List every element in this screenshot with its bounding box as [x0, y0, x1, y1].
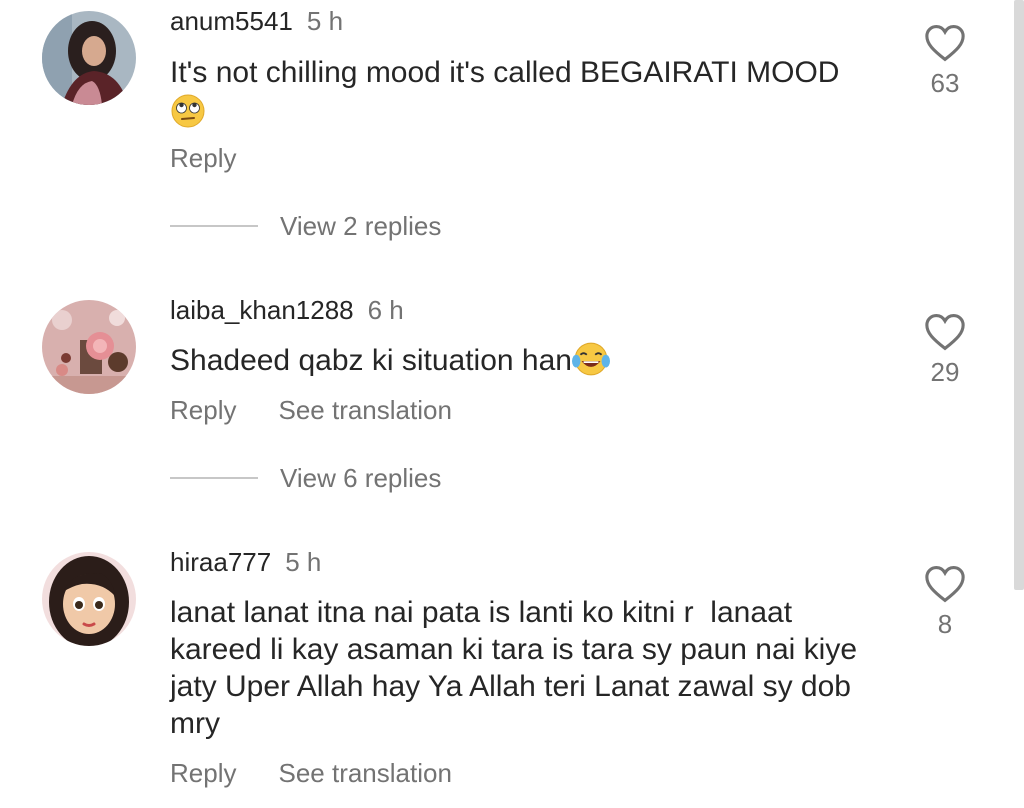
timestamp: 5 h [285, 547, 322, 577]
username[interactable]: hiraa777 [170, 547, 271, 577]
avatar[interactable] [42, 552, 136, 646]
reply-button[interactable]: Reply [170, 143, 236, 173]
view-replies-button[interactable]: View 2 replies [170, 211, 441, 241]
avatar[interactable] [42, 300, 136, 394]
see-translation-button[interactable]: See translation [278, 395, 451, 425]
view-replies-button[interactable]: View 6 replies [170, 463, 441, 493]
view-replies-label: View 6 replies [280, 462, 442, 493]
timestamp: 6 h [367, 295, 404, 325]
username[interactable]: anum5541 [170, 6, 293, 36]
see-translation-button[interactable]: See translation [278, 758, 451, 788]
like-count: 63 [930, 68, 960, 98]
avatar-image [42, 11, 136, 105]
face-with-rolling-eyes-emoji [171, 94, 205, 128]
divider-line [170, 477, 258, 479]
comment-text-line: lanat lanat itna nai pata is lanti ko ki… [170, 596, 793, 629]
heart-icon [925, 25, 965, 62]
username[interactable]: laiba_khan1288 [170, 295, 354, 325]
like-button[interactable]: 63 [920, 24, 970, 99]
comment-text: lanat lanat itna nai pata is lanti ko ki… [170, 594, 890, 742]
comment-text-line: kareed li kay asaman ki tara is tara sy … [170, 633, 857, 666]
like-count: 29 [930, 357, 960, 387]
avatar-image [42, 552, 136, 646]
reply-button[interactable]: Reply [170, 758, 236, 788]
reply-button[interactable]: Reply [170, 395, 236, 425]
comment-text-body: It's not chilling mood it's called BEGAI… [170, 56, 840, 89]
timestamp: 5 h [306, 6, 344, 36]
heart-icon [925, 314, 965, 351]
comment-text: It's not chilling mood it's called BEGAI… [170, 54, 890, 129]
comments-page: anum5541 5 h It's not chilling mood it's … [0, 0, 1024, 808]
comment-text-line: jaty Uper Allah hay Ya Allah teri Lanat … [170, 670, 851, 703]
like-count: 8 [937, 609, 953, 639]
face-with-tears-of-joy-emoji [571, 342, 610, 376]
divider-line [170, 225, 258, 227]
comment-text-line: mry [170, 707, 220, 740]
comment-text: Shadeed qabz ki situation han [170, 342, 890, 379]
avatar[interactable] [42, 11, 136, 105]
avatar-image [42, 300, 136, 394]
like-button[interactable]: 8 [920, 565, 970, 640]
view-replies-label: View 2 replies [280, 210, 442, 241]
scrollbar[interactable] [1014, 0, 1024, 590]
like-button[interactable]: 29 [920, 313, 970, 388]
comment-text-body: Shadeed qabz ki situation han [170, 344, 572, 377]
heart-icon [925, 566, 965, 603]
